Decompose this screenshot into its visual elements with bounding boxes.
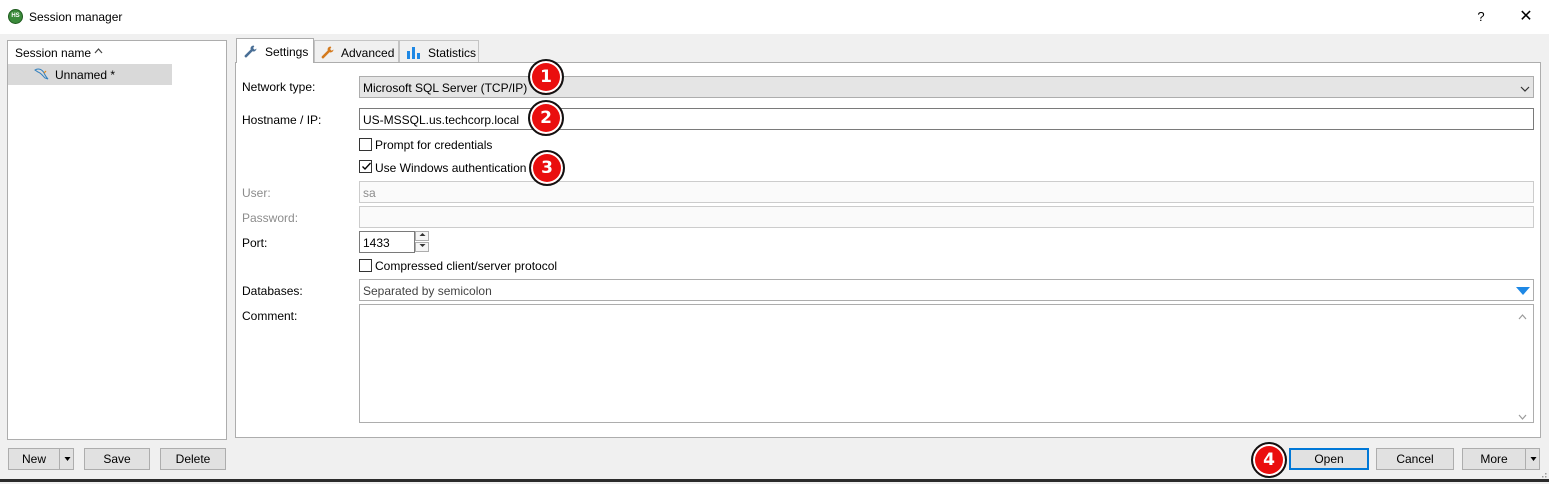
prompt-credentials-checkbox[interactable]: [359, 138, 372, 151]
session-list-header[interactable]: Session name: [8, 41, 172, 63]
more-button[interactable]: More: [1462, 448, 1540, 470]
databases-placeholder: Separated by semicolon: [363, 284, 492, 298]
scroll-up-icon[interactable]: [1518, 309, 1527, 323]
scroll-down-icon[interactable]: [1518, 409, 1527, 423]
compressed-protocol-checkbox[interactable]: [359, 259, 372, 272]
prompt-credentials-label[interactable]: Prompt for credentials: [375, 138, 492, 152]
annotation-badge-4: 4: [1251, 442, 1287, 478]
hostname-value: US-MSSQL.us.techcorp.local: [363, 113, 520, 127]
caret-up-icon: [419, 233, 425, 236]
tab-advanced-label: Advanced: [341, 46, 395, 60]
session-name-column-label: Session name: [15, 46, 92, 60]
annotation-badge-1: 1: [528, 59, 564, 95]
tab-statistics[interactable]: Statistics: [399, 40, 479, 62]
cancel-button[interactable]: Cancel: [1376, 448, 1454, 470]
password-input[interactable]: [359, 206, 1534, 228]
session-item-unnamed[interactable]: Unnamed *: [8, 64, 172, 85]
network-type-label: Network type:: [242, 80, 316, 94]
port-increment-button[interactable]: [415, 231, 429, 241]
session-list[interactable]: [7, 40, 227, 440]
bar-chart-icon: [406, 45, 421, 60]
databases-input[interactable]: Separated by semicolon: [359, 279, 1534, 301]
save-button[interactable]: Save: [84, 448, 150, 470]
more-button-label: More: [1480, 452, 1508, 466]
chevron-down-icon: [1520, 83, 1530, 93]
port-decrement-button[interactable]: [415, 242, 429, 252]
windows-auth-label[interactable]: Use Windows authentication: [375, 161, 526, 175]
new-dropdown-arrow[interactable]: [59, 449, 74, 469]
port-label: Port:: [242, 236, 268, 250]
sort-ascending-icon: [94, 46, 103, 56]
user-value: sa: [363, 186, 376, 200]
port-stepper[interactable]: [415, 231, 431, 253]
window-title: Session manager: [29, 10, 123, 24]
caret-down-icon: [1530, 457, 1536, 461]
comment-textarea[interactable]: [359, 304, 1534, 423]
new-session-button[interactable]: New: [8, 448, 74, 470]
delete-button[interactable]: Delete: [160, 448, 226, 470]
session-item-label: Unnamed *: [55, 68, 116, 82]
dolphin-icon: [33, 67, 49, 81]
user-input[interactable]: sa: [359, 181, 1534, 203]
wrench-icon: [320, 45, 335, 60]
title-bar: HS Session manager ? ✕: [0, 0, 1549, 34]
open-button[interactable]: Open: [1289, 448, 1369, 470]
annotation-badge-2: 2: [528, 100, 564, 136]
databases-label: Databases:: [242, 284, 303, 298]
close-button[interactable]: ✕: [1514, 6, 1538, 28]
port-value: 1433: [363, 236, 390, 250]
tab-settings[interactable]: Settings: [236, 38, 314, 63]
app-logo-icon: HS: [8, 9, 23, 24]
user-label: User:: [242, 186, 271, 200]
hostname-label: Hostname / IP:: [242, 113, 322, 127]
comment-label: Comment:: [242, 309, 298, 323]
tab-settings-label: Settings: [265, 45, 309, 59]
resize-grip-icon[interactable]: [1538, 470, 1547, 481]
port-input[interactable]: 1433: [359, 231, 415, 253]
wrench-icon: [243, 44, 258, 59]
caret-down-icon: [419, 244, 425, 247]
dropdown-arrow-icon[interactable]: [1516, 285, 1530, 299]
caret-down-icon: [64, 457, 70, 461]
help-button[interactable]: ?: [1470, 6, 1492, 28]
network-type-value: Microsoft SQL Server (TCP/IP): [363, 81, 528, 95]
new-button-label: New: [21, 452, 46, 466]
tab-advanced[interactable]: Advanced: [314, 40, 399, 62]
windows-auth-checkbox[interactable]: [359, 160, 372, 173]
tab-statistics-label: Statistics: [428, 46, 477, 60]
password-label: Password:: [242, 211, 299, 225]
compressed-protocol-label[interactable]: Compressed client/server protocol: [375, 259, 557, 273]
more-dropdown-arrow[interactable]: [1525, 449, 1540, 469]
annotation-badge-3: 3: [529, 150, 565, 186]
